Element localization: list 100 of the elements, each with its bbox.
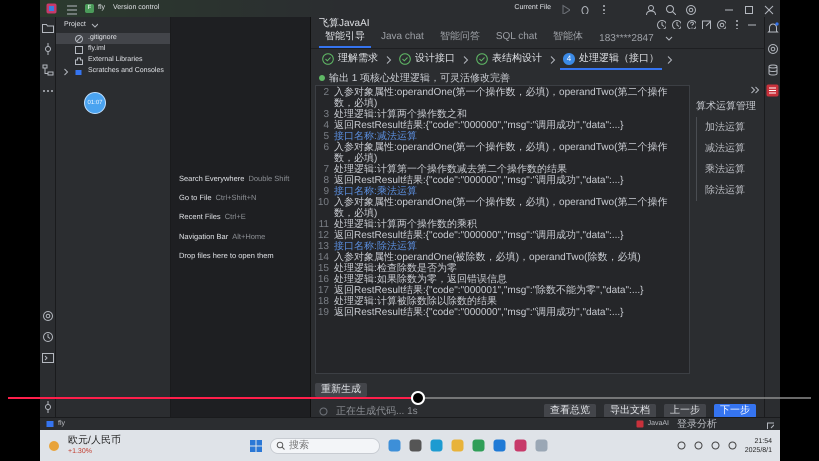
check-circle-icon	[476, 52, 488, 64]
line-number: 13	[316, 241, 330, 252]
interface-name: 接口名称:乘法运算	[334, 186, 417, 197]
close-icon[interactable]	[762, 2, 774, 14]
next-button[interactable]: 下一步	[714, 404, 756, 418]
line-number: 9	[322, 186, 330, 197]
progress-text: 正在生成代码... 1s	[336, 404, 418, 418]
step-tab[interactable]: 表结构设计	[473, 50, 545, 70]
chevron-icon[interactable]	[666, 55, 673, 65]
library-file-icon	[74, 56, 84, 66]
search-icon	[276, 441, 285, 450]
outline-item[interactable]: 减法运算	[696, 138, 760, 159]
line-number: 2	[322, 87, 330, 100]
check-circle-icon	[322, 52, 334, 64]
chevron-icon	[385, 55, 392, 65]
plugin-status[interactable]: 登录分析	[677, 416, 717, 432]
line-number: 8	[322, 175, 330, 186]
step-tab[interactable]: 设计接口	[396, 50, 458, 70]
start-icon[interactable]	[250, 440, 262, 452]
interface-name: 接口名称:除法运算	[334, 241, 417, 252]
line-text: 入参对象属性:operandOne(第一个操作数，必填)，operandTwo(第二个操作数，必填)	[334, 87, 668, 109]
tab[interactable]: 智能问答	[434, 28, 486, 48]
account-menu[interactable]: 183****2847	[593, 30, 660, 48]
plugin-logo-icon[interactable]	[766, 84, 779, 97]
folder-icon[interactable]	[41, 21, 54, 34]
collapse-icon[interactable]	[750, 85, 760, 95]
line-number: 15	[316, 263, 330, 274]
line-text: 返回RestResult结果:{"code":"000001","msg":"除数不能为零","data":...}	[334, 285, 644, 296]
caret-icon[interactable]	[664, 34, 673, 43]
line-text: 处理逻辑:计算两个操作数的乘积	[334, 219, 477, 230]
module-icon	[46, 420, 54, 428]
action-button[interactable]: 导出文档	[604, 404, 656, 418]
outline-item[interactable]: 除法运算	[696, 180, 760, 201]
action-button[interactable]: 查看总览	[544, 404, 596, 418]
step-number: 4	[563, 52, 575, 64]
line-text: 返回RestResult结果:{"code":"000000","msg":"调用成功","data":...}	[334, 120, 624, 131]
line-number: 10	[316, 197, 330, 210]
line-text: 返回RestResult结果:{"code":"000000","msg":"调用成功","data":...}	[334, 307, 624, 318]
line-text: 处理逻辑:计算被除数除以除数的结果	[334, 296, 497, 307]
outline-item[interactable]: 乘法运算	[696, 159, 760, 180]
line-text: 处理逻辑:计算第一个操作数减去第二个操作数的结果	[334, 164, 567, 175]
step-tab[interactable]: 4 处理逻辑（接口）	[560, 50, 662, 70]
widget-title[interactable]: 欧元/人民币	[68, 434, 121, 446]
step-tab[interactable]: 理解需求	[319, 50, 381, 70]
line-number: 12	[316, 230, 330, 241]
line-text: 处理逻辑:如果除数为零，返回错误信息	[334, 274, 507, 285]
tab[interactable]: SQL chat	[490, 28, 544, 48]
action-button[interactable]: 上一步	[664, 404, 706, 418]
panel-title: 飞算JavaAI	[319, 17, 370, 30]
edit-icon[interactable]	[700, 18, 711, 29]
settings-icon[interactable]	[684, 2, 696, 14]
line-number: 3	[322, 109, 330, 120]
status-message: 输出 1 项核心处理逻辑，可灵活修改完善	[329, 72, 510, 86]
line-number: 19	[316, 307, 330, 318]
plugin-logo-icon	[636, 420, 644, 428]
caret-icon[interactable]	[90, 21, 98, 29]
ignore-file-icon	[74, 34, 84, 44]
regenerate-button[interactable]: 重新生成	[315, 383, 367, 397]
chevron-icon	[462, 55, 469, 65]
line-number: 4	[322, 120, 330, 131]
edit-icon[interactable]	[765, 420, 774, 428]
line-text: 返回RestResult结果:{"code":"000000","msg":"调用成功","data":...}	[334, 175, 624, 186]
taskbar-search-field[interactable]: 搜索	[270, 438, 380, 454]
line-number: 6	[322, 142, 330, 155]
tab[interactable]: 智能引导	[319, 28, 371, 48]
database-icon[interactable]	[766, 63, 779, 76]
tab[interactable]: Java chat	[375, 28, 430, 48]
check-circle-icon	[399, 52, 411, 64]
terminal-icon[interactable]	[41, 351, 54, 364]
line-number: 11	[318, 219, 330, 230]
outline-item[interactable]: 加法运算	[696, 117, 760, 138]
module-file-icon	[74, 44, 84, 54]
line-number: 16	[316, 274, 330, 285]
line-text: 返回RestResult结果:{"code":"000000","msg":"调用成功","data":...}	[334, 230, 624, 241]
tab[interactable]: 智能体	[547, 28, 590, 48]
line-text: 处理逻辑:计算两个操作数之和	[334, 109, 467, 120]
line-number: 18	[316, 296, 330, 307]
outline-title[interactable]: 算术运算管理	[696, 99, 760, 114]
status-dot-icon	[319, 75, 325, 81]
line-number: 17	[316, 285, 330, 296]
account-icon[interactable]	[644, 2, 656, 14]
line-number: 14	[316, 252, 330, 263]
main-menu-icon[interactable]	[65, 2, 77, 14]
history-icon[interactable]	[655, 18, 666, 29]
line-number: 7	[322, 164, 330, 175]
structure-icon[interactable]	[41, 63, 54, 76]
services-icon[interactable]	[41, 330, 54, 343]
loading-spinner-icon	[319, 406, 328, 416]
line-text: 处理逻辑:检查除数是否为零	[334, 263, 457, 274]
settings-icon[interactable]	[715, 18, 726, 29]
search-icon[interactable]	[664, 2, 676, 14]
timer-icon[interactable]	[670, 18, 681, 29]
line-number: 5	[322, 131, 330, 142]
line-text: 入参对象属性:operandOne(第一个操作数，必填)，operandTwo(第二个操作数，必填)	[334, 197, 668, 219]
chevron-icon	[549, 55, 556, 65]
line-text: 入参对象属性:operandOne(被除数，必填)，operandTwo(除数，必填)	[334, 252, 641, 263]
help-icon[interactable]	[685, 18, 696, 29]
line-text: 入参对象属性:operandOne(第一个操作数，必填)，operandTwo(第二个操作数，必填)	[334, 142, 668, 164]
notifications-icon[interactable]	[766, 21, 779, 34]
interface-name: 接口名称:减法运算	[334, 131, 417, 142]
